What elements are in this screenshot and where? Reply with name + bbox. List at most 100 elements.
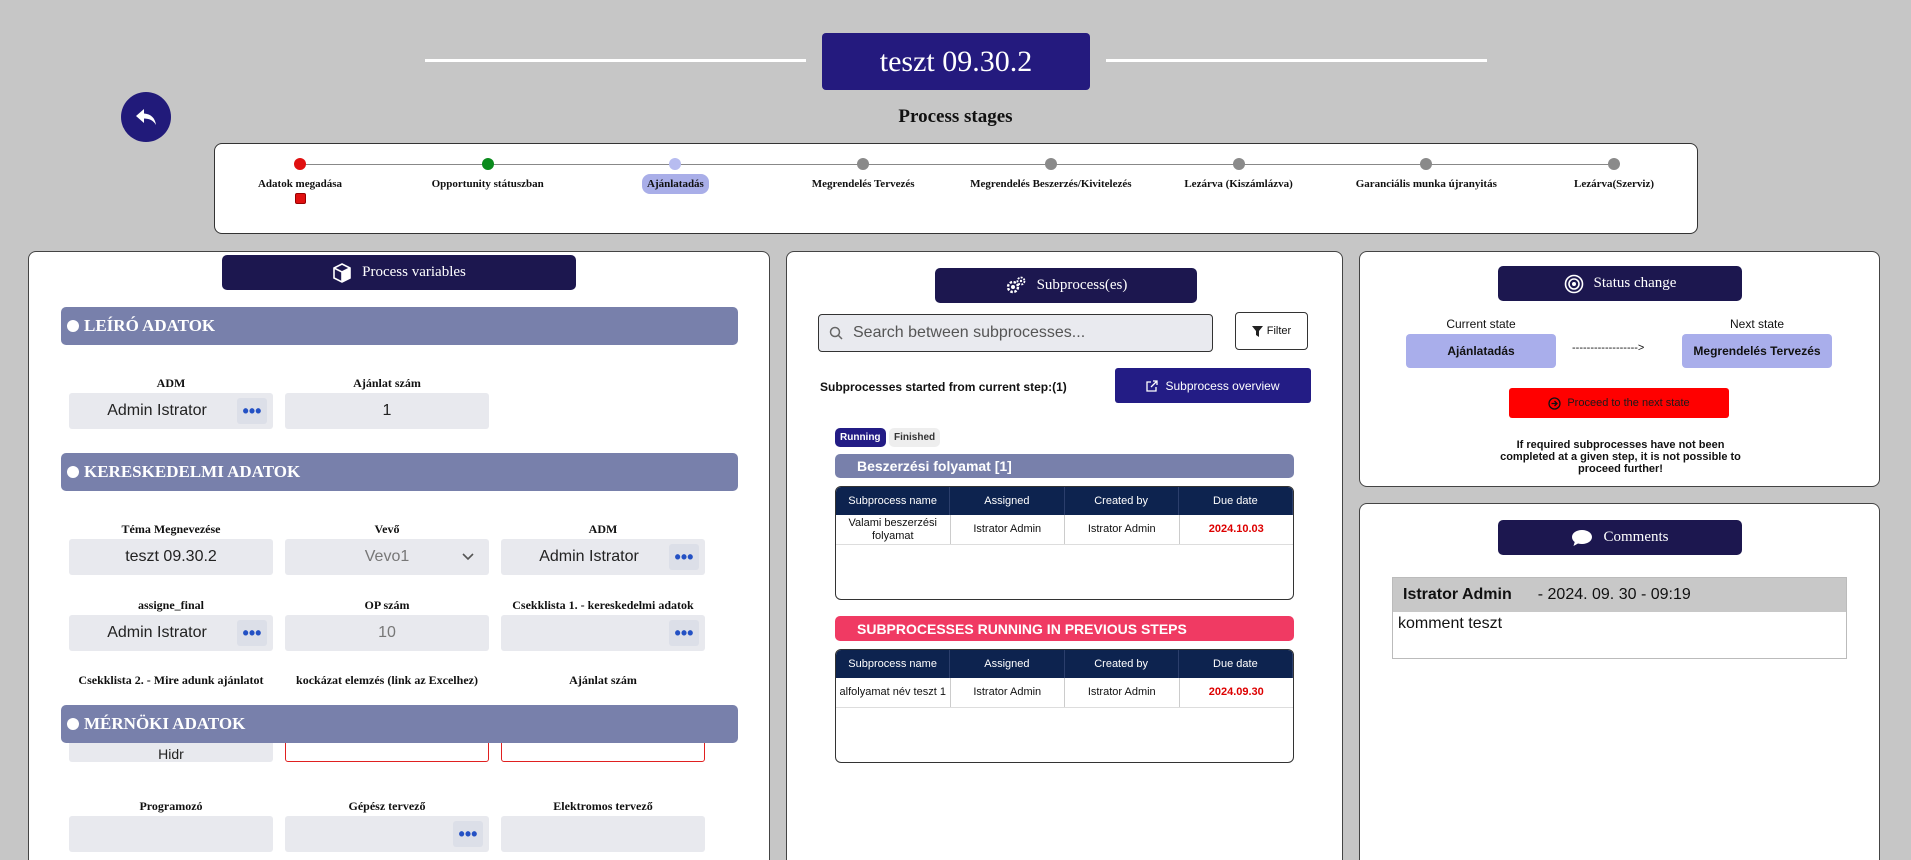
status-change-title: Status change (1593, 275, 1677, 291)
circle-bullet-icon (67, 320, 79, 332)
stage-label: Ajánlatadás (642, 174, 709, 194)
field-label-adm: ADM (156, 376, 186, 390)
assigne-final-value: Admin Istrator (107, 624, 207, 641)
adm-field-2[interactable]: Admin Istrator ••• (501, 539, 705, 575)
previous-steps-title: SUBPROCESSES RUNNING IN PREVIOUS STEPS (835, 616, 1294, 641)
current-state-label: Current state (1446, 317, 1516, 331)
stage-item[interactable]: Ajánlatadás (585, 158, 765, 194)
more-options-button[interactable]: ••• (453, 821, 483, 847)
programozo-field[interactable] (69, 816, 273, 852)
field-label-programozo: Programozó (139, 799, 203, 813)
adm-field[interactable]: Admin Istrator ••• (69, 393, 273, 429)
subprocess-search[interactable]: Search between subprocesses... (818, 314, 1213, 352)
stage-label: Lezárva(Szerviz) (1573, 178, 1654, 190)
column-header: Due date (1179, 487, 1293, 515)
column-header: Created by (1065, 487, 1179, 515)
stage-warning-badge (294, 193, 306, 204)
tema-field[interactable]: teszt 09.30.2 (69, 539, 273, 575)
subprocesses-started-text: Subprocesses started from current step:(… (820, 380, 1067, 394)
table-header: Subprocess name Assigned Created by Due dat… (836, 650, 1293, 678)
stage-item[interactable]: Megrendelés Tervezés (773, 158, 953, 190)
stage-dot-icon (1232, 158, 1245, 170)
column-header: Subprocess name (836, 487, 951, 515)
cube-icon (333, 262, 351, 283)
section-leiro-adatok: LEÍRÓ ADATOK (61, 307, 738, 345)
stage-label: Adatok megadása (257, 178, 343, 190)
process-variables-header: Process variables (222, 255, 576, 290)
column-header: Due date (1179, 650, 1293, 678)
subprocess-group-title: Beszerzési folyamat [1] (835, 454, 1294, 478)
field-label-csekklista-1: Csekklista 1. - kereskedelmi adatok (512, 598, 694, 612)
field-label-kockazat: kockázat elemzés (link az Excelhez) (296, 673, 478, 687)
comment-item: Istrator Admin - 2024. 09. 30 - 09:19 ko… (1392, 577, 1847, 659)
ajanlat-szam-field[interactable]: 1 (285, 393, 489, 429)
table-row[interactable]: alfolyamat név teszt 1 Istrator Admin Istr… (836, 678, 1293, 708)
comment-author: Istrator Admin (1403, 586, 1512, 603)
field-label-gepesz: Gépész tervező (348, 799, 426, 813)
more-options-button[interactable]: ••• (237, 620, 267, 646)
cell-created: Istrator Admin (1065, 678, 1180, 707)
comment-date: - 2024. 09. 30 - 09:19 (1537, 586, 1691, 603)
field-label-csekklista-2: Csekklista 2. - Mire adunk ajánlatot (78, 673, 264, 687)
arrow-circle-right-icon (1548, 396, 1561, 410)
stage-item[interactable]: Megrendelés Beszerzés/Kivitelezés (961, 158, 1141, 190)
filter-label: Filter (1266, 325, 1292, 337)
elektromos-field[interactable] (501, 816, 705, 852)
column-header: Assigned (950, 650, 1065, 678)
field-label-assigne-final: assigne_final (137, 598, 204, 612)
cell-assigned: Istrator Admin (951, 678, 1065, 707)
section-kereskedelmi-adatok: KERESKEDELMI ADATOK (61, 453, 738, 491)
csekklista-1-field[interactable]: ••• (501, 615, 705, 651)
speech-bubble-icon (1572, 529, 1593, 546)
stages-title: Process stages (898, 106, 1013, 127)
field-label-ajanlat-szam: Ajánlat szám (353, 376, 421, 390)
comment-text: komment teszt (1398, 615, 1503, 632)
adm-field-value: Admin Istrator (107, 402, 207, 419)
stage-item[interactable]: Opportunity státuszban (398, 158, 578, 190)
stage-item[interactable]: Garanciális munka újranyitás (1336, 158, 1516, 190)
tab-finished[interactable]: Finished (889, 428, 941, 447)
circle-bullet-icon (67, 466, 79, 478)
title-line-left (425, 59, 806, 62)
op-szam-field[interactable]: 10 (285, 615, 489, 651)
stage-item[interactable]: Lezárva(Szerviz) (1524, 158, 1704, 190)
table-row[interactable]: Valami beszerzési folyamat Istrator Admin… (836, 515, 1293, 545)
previous-subprocess-table: Subprocess name Assigned Created by Due dat… (835, 649, 1294, 763)
assigne-final-field[interactable]: Admin Istrator ••• (69, 615, 273, 651)
vevo-select[interactable]: Vevo1 (285, 539, 489, 575)
stage-dot-icon (1608, 158, 1620, 170)
process-variables-panel: Process variables LEÍRÓ ADATOK ADM Admin… (28, 251, 770, 860)
section-title: MÉRNÖKI ADATOK (84, 714, 246, 733)
subprocess-header: Subprocess(es) (935, 268, 1197, 303)
page-title: teszt 09.30.2 (822, 33, 1090, 90)
tab-running[interactable]: Running (835, 428, 886, 447)
more-options-button[interactable]: ••• (237, 398, 267, 424)
status-change-panel: Status change Current state Ajánlatadás … (1359, 251, 1880, 487)
section-title: KERESKEDELMI ADATOK (84, 462, 301, 481)
proceed-label: Proceed to the next state (1567, 397, 1690, 409)
field-label-elektromos: Elektromos tervező (553, 799, 653, 813)
proceed-next-state-button[interactable]: Proceed to the next state (1509, 388, 1729, 418)
state-arrow: ------------------> (1572, 342, 1645, 354)
field-label-tema: Téma Megnevezése (121, 522, 221, 536)
stage-item[interactable]: Lezárva (Kiszámlázva) (1149, 158, 1329, 190)
cell-due: 2024.10.03 (1208, 523, 1264, 536)
subprocess-overview-button[interactable]: Subprocess overview (1115, 368, 1311, 403)
more-options-button[interactable]: ••• (669, 544, 699, 570)
gepesz-field[interactable]: ••• (285, 816, 489, 852)
filter-button[interactable]: Filter (1235, 312, 1308, 350)
cell-assigned: Istrator Admin (951, 515, 1065, 544)
more-options-button[interactable]: ••• (669, 620, 699, 646)
subprocess-panel: Subprocess(es) Search between subprocess… (786, 251, 1343, 860)
stage-item[interactable]: Adatok megadása (210, 158, 390, 204)
stage-label: Megrendelés Beszerzés/Kivitelezés (970, 178, 1132, 190)
table-header: Subprocess name Assigned Created by Due dat… (836, 487, 1293, 515)
stage-label: Lezárva (Kiszámlázva) (1184, 178, 1293, 190)
field-label-vevo: Vevő (374, 522, 400, 536)
comments-title: Comments (1603, 529, 1669, 545)
cell-due: 2024.09.30 (1208, 686, 1264, 699)
cell-name: Valami beszerzési folyamat (836, 515, 951, 544)
stage-dot-icon (294, 158, 306, 170)
current-state-value: Ajánlatadás (1406, 334, 1556, 368)
search-input[interactable]: Search between subprocesses... (853, 324, 1085, 342)
